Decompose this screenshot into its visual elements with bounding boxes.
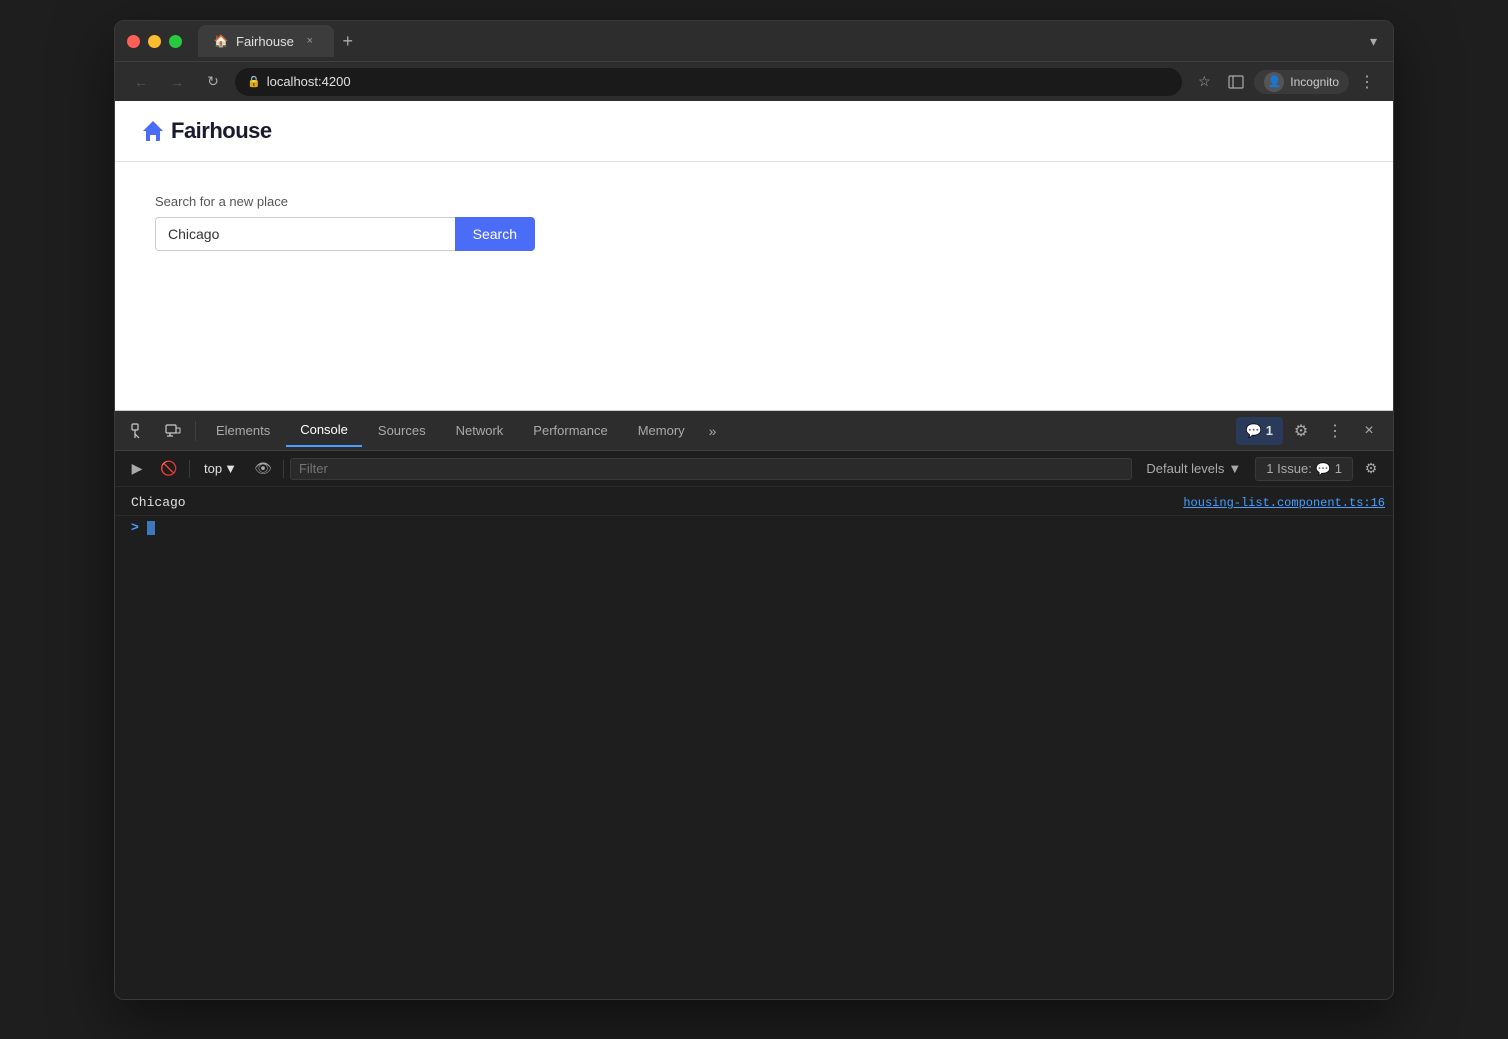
issues-button[interactable]: 1 Issue: 💬 1 <box>1255 457 1353 481</box>
console-prompt[interactable]: > <box>115 516 1393 539</box>
devtools-tab-network[interactable]: Network <box>442 415 518 447</box>
devtools-topbar: Elements Console Sources Network Perform… <box>115 411 1393 451</box>
console-settings-button[interactable]: ⚙ <box>1357 455 1385 483</box>
console-filter-input[interactable] <box>290 458 1132 480</box>
devtools-panel: Elements Console Sources Network Perform… <box>115 411 1393 999</box>
devtools-badge-count: 1 <box>1266 423 1273 438</box>
search-input[interactable] <box>155 217 455 251</box>
devtools-close-button[interactable]: × <box>1353 415 1385 447</box>
sidebar-button[interactable] <box>1222 68 1250 96</box>
address-text: localhost:4200 <box>267 74 351 89</box>
search-row: Search <box>155 217 535 251</box>
tab-bar: 🏠 Fairhouse × + ▾ <box>198 25 1381 57</box>
close-window-button[interactable] <box>127 35 140 48</box>
address-actions: ☆ 👤 Incognito ⋮ <box>1190 68 1381 96</box>
devtools-settings-button[interactable]: ⚙ <box>1285 415 1317 447</box>
lock-icon: 🔒 <box>247 75 261 88</box>
issues-count: 1 <box>1335 461 1342 476</box>
console-clear-button[interactable]: 🚫 <box>155 455 183 483</box>
app-header: Fairhouse <box>115 101 1393 162</box>
element-picker-button[interactable] <box>123 415 155 447</box>
incognito-label: Incognito <box>1290 75 1339 89</box>
console-toolbar: ▶ 🚫 top ▼ 👁 Default levels ▼ 1 Issue: 💬 … <box>115 451 1393 487</box>
back-button[interactable]: ← <box>127 68 155 96</box>
window-controls <box>127 35 182 48</box>
app-title: Fairhouse <box>171 118 272 144</box>
prompt-arrow-icon: > <box>131 520 139 535</box>
devtools-tab-memory[interactable]: Memory <box>624 415 699 447</box>
frame-selector[interactable]: top ▼ <box>196 458 245 479</box>
more-tabs-button[interactable]: » <box>701 419 725 443</box>
console-toolbar-divider2 <box>283 460 284 478</box>
search-button[interactable]: Search <box>455 217 535 251</box>
maximize-window-button[interactable] <box>169 35 182 48</box>
devtools-badge-button[interactable]: 💬 1 <box>1236 417 1283 445</box>
tab-title: Fairhouse <box>236 34 294 49</box>
devtools-tab-elements[interactable]: Elements <box>202 415 284 447</box>
incognito-icon: 👤 <box>1264 72 1284 92</box>
bookmark-button[interactable]: ☆ <box>1190 68 1218 96</box>
console-run-button[interactable]: ▶ <box>123 455 151 483</box>
page-content: Fairhouse Search for a new place Search <box>115 101 1393 411</box>
minimize-window-button[interactable] <box>148 35 161 48</box>
new-tab-button[interactable]: + <box>334 27 362 55</box>
default-levels-arrow-icon: ▼ <box>1228 461 1241 476</box>
tab-divider <box>195 421 196 441</box>
console-eye-button[interactable]: 👁 <box>249 455 277 483</box>
frame-selector-label: top <box>204 461 222 476</box>
console-log-text: Chicago <box>131 493 1163 513</box>
browser-tab[interactable]: 🏠 Fairhouse × <box>198 25 334 57</box>
app-body: Search for a new place Search <box>115 162 1393 283</box>
devtools-tab-performance[interactable]: Performance <box>519 415 621 447</box>
browser-menu-button[interactable]: ⋮ <box>1353 68 1381 96</box>
reload-button[interactable]: ↻ <box>199 68 227 96</box>
console-log-source[interactable]: housing-list.component.ts:16 <box>1163 493 1385 513</box>
default-levels-button[interactable]: Default levels ▼ <box>1136 458 1251 479</box>
house-logo-icon <box>139 117 167 145</box>
tab-close-icon[interactable]: × <box>302 33 318 49</box>
search-label: Search for a new place <box>155 194 1353 209</box>
incognito-button[interactable]: 👤 Incognito <box>1254 70 1349 94</box>
devtools-more-button[interactable]: ⋮ <box>1319 415 1351 447</box>
responsive-mode-button[interactable] <box>157 415 189 447</box>
tab-list-chevron-icon[interactable]: ▾ <box>1366 29 1381 54</box>
address-bar: ← → ↻ 🔒 localhost:4200 ☆ 👤 Incognito ⋮ <box>115 61 1393 101</box>
console-log-entry: Chicago housing-list.component.ts:16 <box>115 491 1393 516</box>
issues-label: 1 Issue: <box>1266 461 1312 476</box>
console-cursor <box>147 521 155 535</box>
devtools-tab-console[interactable]: Console <box>286 415 362 447</box>
devtools-badge-icon: 💬 <box>1246 423 1262 439</box>
forward-button[interactable]: → <box>163 68 191 96</box>
console-output: Chicago housing-list.component.ts:16 > <box>115 487 1393 999</box>
frame-selector-arrow-icon: ▼ <box>224 461 237 476</box>
address-input-wrap[interactable]: 🔒 localhost:4200 <box>235 68 1182 96</box>
console-toolbar-divider <box>189 460 190 478</box>
devtools-tab-sources[interactable]: Sources <box>364 415 440 447</box>
app-logo: Fairhouse <box>139 117 272 145</box>
default-levels-label: Default levels <box>1146 461 1224 476</box>
tab-favicon-icon: 🏠 <box>214 34 228 48</box>
issues-badge-icon: 💬 <box>1316 462 1331 476</box>
title-bar: 🏠 Fairhouse × + ▾ <box>115 21 1393 61</box>
